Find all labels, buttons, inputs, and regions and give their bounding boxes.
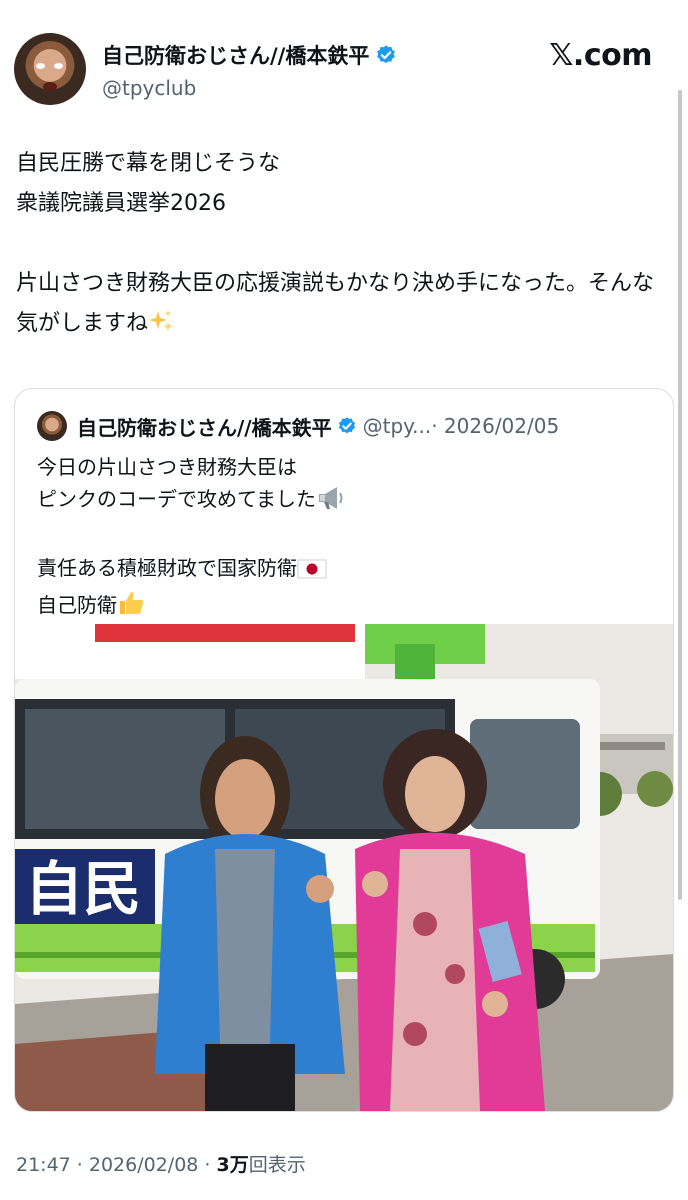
- author-handle[interactable]: @tpyclub: [102, 76, 196, 100]
- x-logo: 𝕏.com: [549, 38, 652, 73]
- tweet-text: 自民圧勝で幕を閉じそうな 衆議院議員選挙2026 片山さつき財務大臣の応援演説も…: [16, 144, 656, 349]
- view-label: 回表示: [248, 1154, 306, 1176]
- japan-flag-icon: [297, 557, 327, 589]
- photo-illustration: 自民: [15, 624, 673, 1111]
- quoted-photo[interactable]: 自民: [15, 624, 673, 1111]
- quoted-date: · 2026/02/05: [431, 414, 560, 438]
- tweet-meta: 21:47 · 2026/02/08 · 3万回表示: [16, 1150, 306, 1177]
- thumbs-up-icon: [117, 589, 145, 626]
- verified-badge-icon: [338, 417, 355, 434]
- scrollbar[interactable]: [678, 90, 682, 900]
- quoted-text: 今日の片山さつき財務大臣は ピンクのコーデで攻めてました 責任ある積極財政で国家…: [37, 451, 647, 626]
- tweet-body: 自民圧勝で幕を閉じそうな 衆議院議員選挙2026 片山さつき財務大臣の応援演説も…: [16, 151, 655, 336]
- tweet-header: 自己防衛おじさん//橋本鉄平 @tpyclub 𝕏.com: [14, 30, 674, 110]
- verified-badge-icon: [377, 45, 396, 64]
- quoted-avatar: [37, 411, 67, 441]
- bus-text: 自民: [25, 855, 141, 923]
- megaphone-icon: [316, 485, 346, 520]
- quoted-author-handle: @tpy...: [362, 414, 432, 438]
- author-name-row: 自己防衛おじさん//橋本鉄平: [102, 40, 397, 70]
- quoted-author-name: 自己防衛おじさん//橋本鉄平: [77, 415, 332, 440]
- timestamp[interactable]: 21:47 · 2026/02/08 ·: [16, 1154, 217, 1176]
- quoted-line-4: 自己防衛: [37, 593, 117, 617]
- sparkles-icon: [148, 309, 174, 349]
- quoted-line-1: 今日の片山さつき財務大臣は: [37, 455, 297, 479]
- author-name[interactable]: 自己防衛おじさん//橋本鉄平: [102, 40, 369, 70]
- quoted-header: 自己防衛おじさん//橋本鉄平 @tpy... · 2026/02/05: [37, 411, 559, 441]
- view-count: 3万: [216, 1154, 249, 1176]
- quoted-tweet[interactable]: 自己防衛おじさん//橋本鉄平 @tpy... · 2026/02/05 今日の片…: [14, 388, 674, 1112]
- quoted-line-3: 責任ある積極財政で国家防衛: [37, 556, 297, 580]
- author-avatar[interactable]: [14, 33, 86, 105]
- quoted-line-2: ピンクのコーデで攻めてました: [37, 487, 316, 511]
